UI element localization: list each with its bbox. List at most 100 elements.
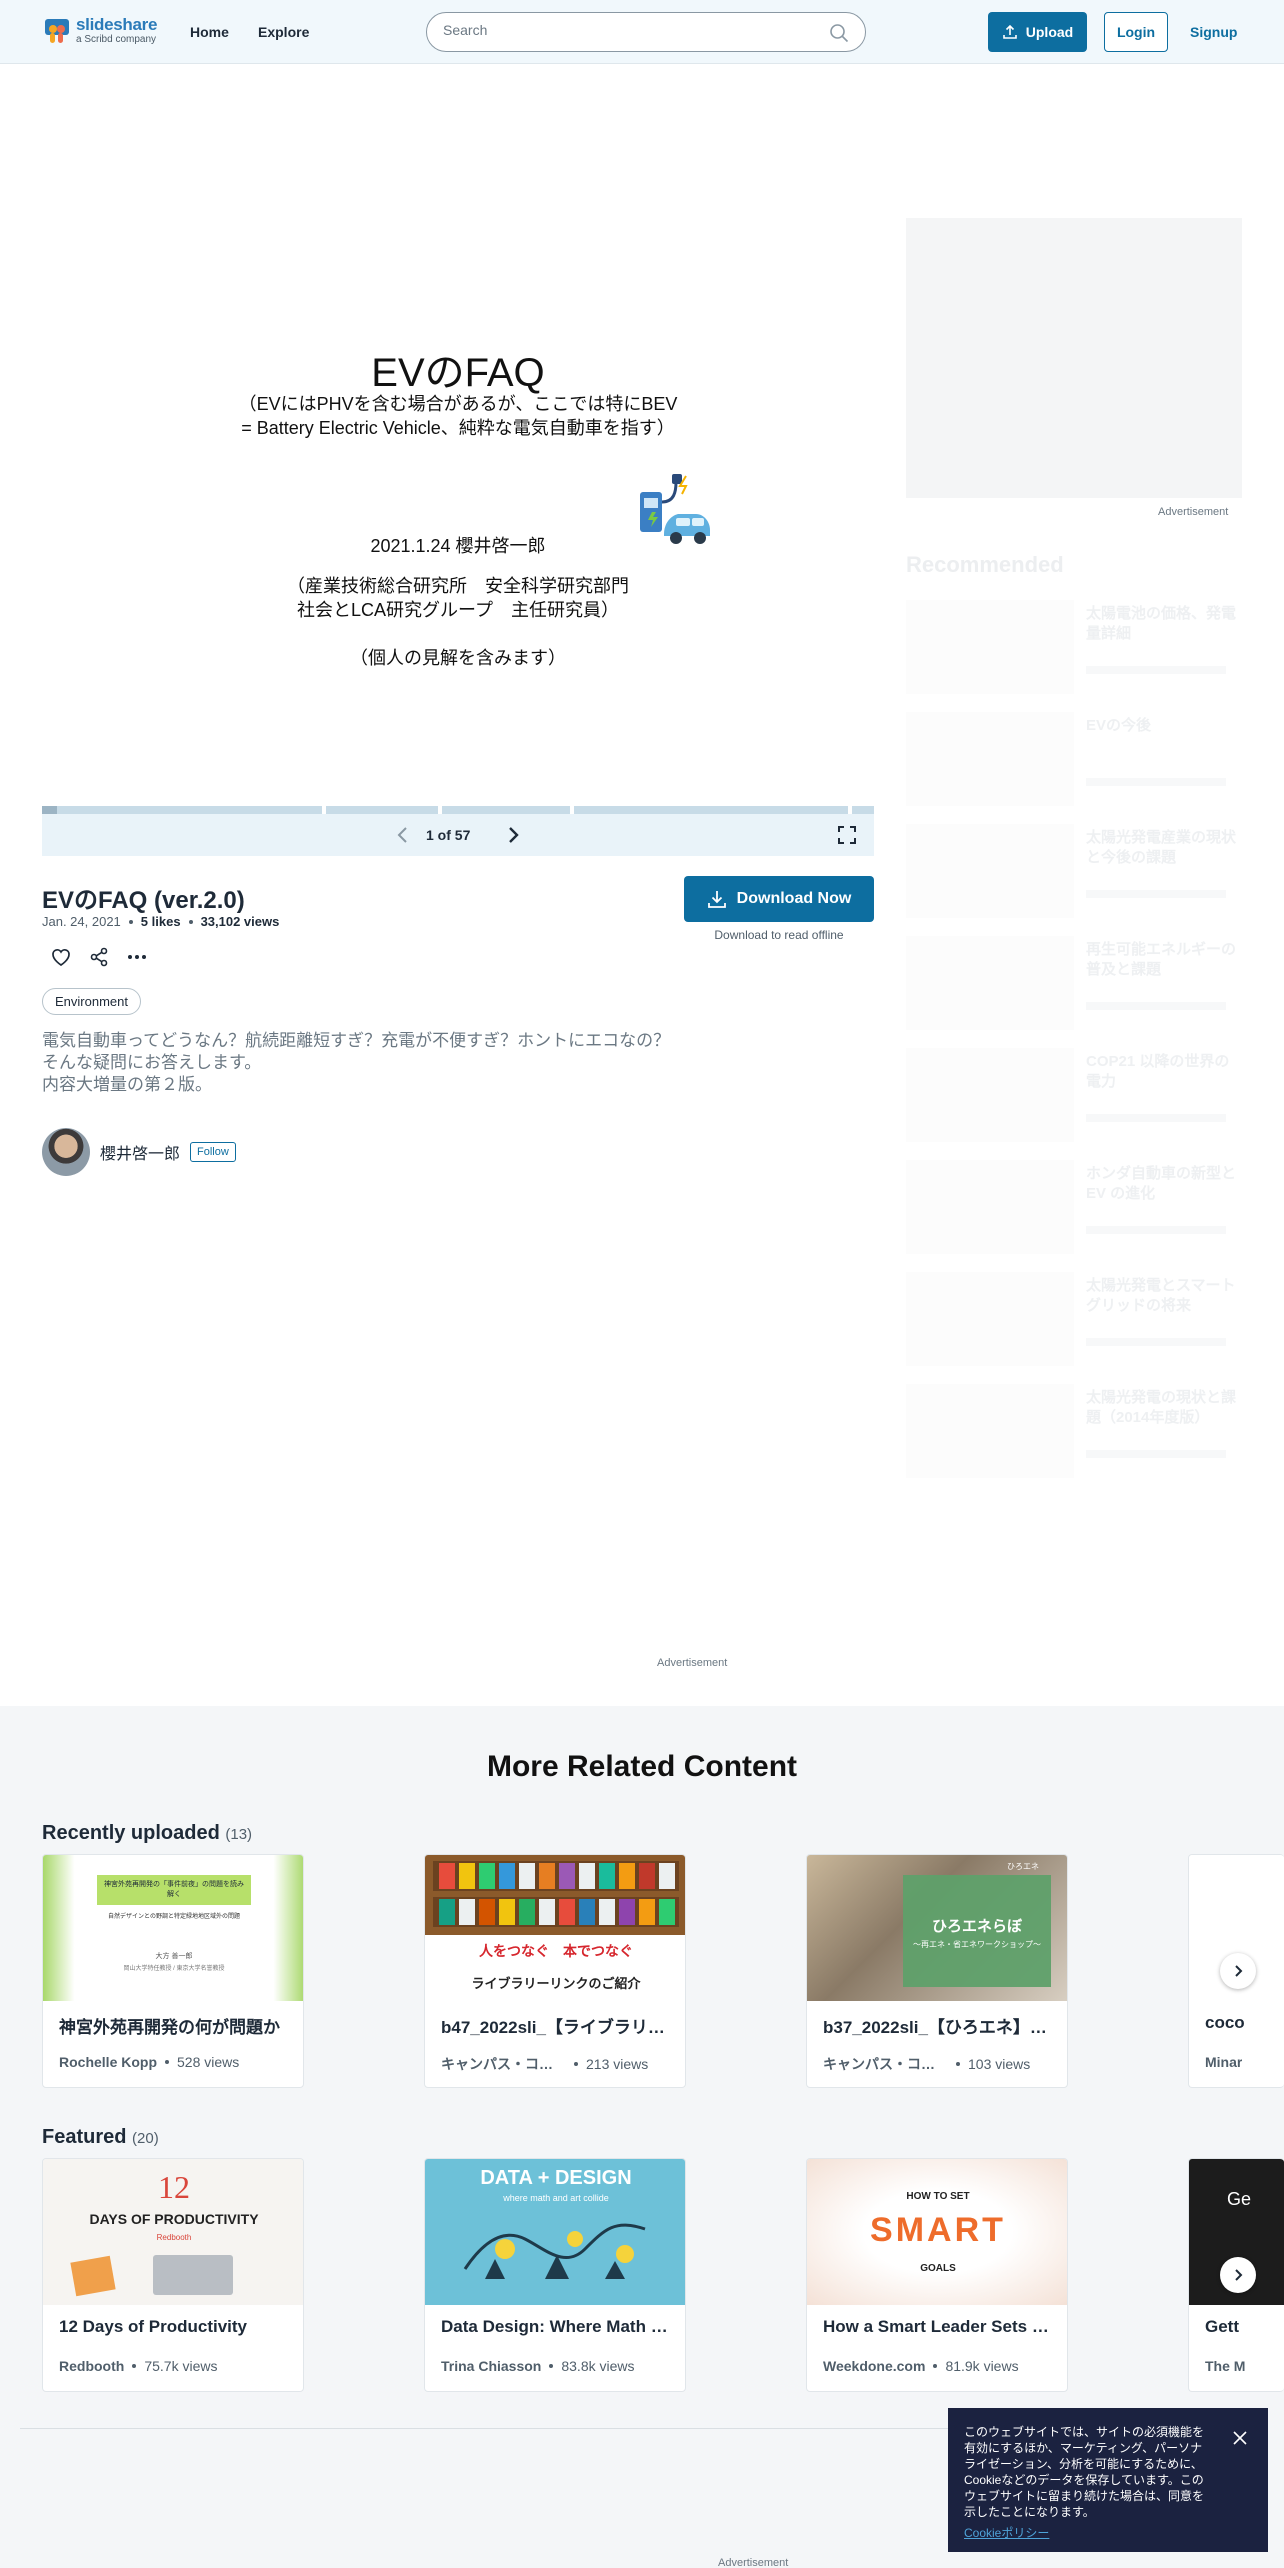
bookshelf-illustration (425, 1855, 685, 1935)
recommended-item-meta (1086, 1002, 1226, 1010)
content-card[interactable]: 神宮外苑再開発の「事件前夜」の問題を読み解く 自然デザインとの野調と特定緑地地区… (42, 1854, 304, 2088)
card-author: Rochelle Kopp (59, 2054, 158, 2070)
card-author: キャンパス・コンソーシアム函館 (441, 2056, 566, 2072)
thumb-text: Redbooth (156, 2233, 192, 2242)
content-card[interactable]: HOW TO SET SMART GOALS How a Smart Leade… (806, 2158, 1068, 2392)
card-title: Gett (1205, 2317, 1239, 2336)
chevron-left-icon[interactable] (392, 824, 414, 846)
content-card[interactable]: ひろエネ ひろエネらぼ ～再エネ・省エネワークショップ～ b37_2022sli… (806, 1854, 1068, 2088)
recommended-item-title: EVの今後 (1086, 717, 1152, 734)
thumb-text: ～再エネ・省エネワークショップ～ (913, 1940, 1041, 1949)
card-title: coco (1205, 2013, 1245, 2032)
slide-title: EVのFAQ (371, 351, 545, 395)
recommended-item[interactable]: 太陽光発電とスマートグリッドの将来 (906, 1272, 1242, 1368)
slide-progress-bar[interactable] (42, 806, 874, 814)
thumb-text: DAYS OF PRODUCTIVITY (89, 2211, 259, 2227)
recommended-item[interactable]: 太陽光発電の現状と課題（2014年度版） (906, 1384, 1242, 1480)
card-meta: Minar (1205, 2054, 1284, 2070)
signup-link[interactable]: Signup (1190, 24, 1237, 40)
carousel-next-button[interactable] (1220, 2257, 1256, 2293)
card-meta: キャンパス・コンソーシアム函館 103 views (823, 2054, 1063, 2074)
recommended-item[interactable]: ホンダ自動車の新型と EV の進化 (906, 1160, 1242, 1256)
download-now-button[interactable]: Download Now (684, 876, 874, 922)
thumb-text: SMART (870, 2211, 1006, 2249)
search-input[interactable] (443, 22, 823, 38)
page-counter: 1 of 57 (426, 827, 471, 843)
recommended-thumbnail (906, 712, 1074, 806)
more-options-icon[interactable] (126, 946, 148, 968)
card-title: 神宮外苑再開発の何が問題か (59, 2018, 280, 2037)
thumb-text: ひろエネらぼ (931, 1918, 1022, 1935)
separator-dot (188, 919, 193, 924)
content-card[interactable]: 12 DAYS OF PRODUCTIVITY Redbooth 12 Days… (42, 2158, 304, 2392)
close-icon[interactable] (1232, 2430, 1248, 2446)
card-meta: Rochelle Kopp 528 views (59, 2054, 299, 2070)
author-name[interactable]: 櫻井啓一郎 (100, 1140, 180, 1164)
recently-uploaded-count: (13) (225, 1826, 253, 1843)
category-tag[interactable]: Environment (42, 988, 141, 1015)
recommended-item[interactable]: 再生可能エネルギーの普及と課題 (906, 936, 1242, 1032)
featured-label: Featured (42, 2126, 127, 2148)
card-thumbnail: 人をつなぐ 本でつなぐ ライブラリーリンクのご紹介 (425, 1855, 685, 2001)
card-thumbnail: ひろエネ ひろエネらぼ ～再エネ・省エネワークショップ～ (807, 1855, 1067, 2001)
separator-dot (933, 2364, 938, 2368)
carousel-next-button[interactable] (1220, 1953, 1256, 1989)
thumb-title-box: 神宮外苑再開発の「事件前夜」の問題を読み解く (97, 1875, 251, 1905)
slide-organization: （産業技術総合研究所 安全科学研究部門 社会とLCA研究グループ 主任研究員） (42, 574, 874, 622)
recommended-thumbnail (906, 600, 1074, 694)
login-button[interactable]: Login (1104, 12, 1168, 52)
recommended-item[interactable]: 太陽光発電産業の現状と今後の課題 (906, 824, 1242, 920)
card-thumbnail: HOW TO SET SMART GOALS (807, 2159, 1067, 2305)
advertisement-label: Advertisement (657, 1657, 728, 1669)
recommended-item[interactable]: EVの今後 (906, 712, 1242, 808)
nav-home[interactable]: Home (190, 24, 229, 40)
recommended-thumbnail (906, 824, 1074, 918)
slideshare-logo[interactable]: slideshare a Scribd company (44, 16, 157, 45)
recently-uploaded-heading: Recently uploaded (13) (42, 1822, 252, 1845)
author-avatar[interactable] (42, 1128, 90, 1176)
nav-explore[interactable]: Explore (258, 24, 309, 40)
content-card[interactable]: DATA + DESIGN where math and art collide… (424, 2158, 686, 2392)
card-author: Redbooth (59, 2358, 125, 2374)
card-views: 213 views (586, 2056, 649, 2072)
upload-button[interactable]: Upload (988, 12, 1087, 52)
recommended-item-meta (1086, 1226, 1226, 1234)
fullscreen-icon[interactable] (836, 824, 858, 846)
recommended-item-title: 再生可能エネルギーの普及と課題 (1086, 941, 1237, 978)
thumb-text: 自然デザインとの野調と特定緑地地区域外の問題 (108, 1914, 240, 1920)
logo-name: slideshare (76, 15, 158, 34)
thumb-illustration (463, 2223, 646, 2279)
document-views: 33,102 views (200, 914, 280, 929)
upload-label: Upload (1025, 24, 1074, 40)
share-icon[interactable] (88, 946, 110, 968)
recommended-item-meta (1086, 890, 1226, 898)
card-meta: Trina Chiasson 83.8k views (441, 2358, 681, 2374)
heart-icon[interactable] (50, 946, 72, 968)
top-header: slideshare a Scribd company Home Explore… (0, 0, 1284, 64)
separator-dot (132, 2364, 137, 2368)
recommended-thumbnail (906, 1160, 1074, 1254)
recommended-item[interactable]: 太陽電池の価格、発電量詳細 (906, 600, 1242, 696)
card-thumbnail: DATA + DESIGN where math and art collide (425, 2159, 685, 2305)
thumb-text: GOALS (920, 2263, 956, 2274)
sidebar-advertisement[interactable] (906, 218, 1242, 498)
content-card[interactable]: 人をつなぐ 本でつなぐ ライブラリーリンクのご紹介 b47_2022sli_【ラ… (424, 1854, 686, 2088)
upload-icon (1002, 24, 1017, 39)
recommended-item[interactable]: COP21 以降の世界の電力 (906, 1048, 1242, 1144)
follow-button[interactable]: Follow (190, 1142, 236, 1162)
separator-dot (549, 2364, 554, 2368)
chevron-right-icon[interactable] (502, 824, 524, 846)
card-thumbnail: 神宮外苑再開発の「事件前夜」の問題を読み解く 自然デザインとの野調と特定緑地地区… (43, 1855, 303, 2001)
thumb-text: Ge (1227, 2189, 1252, 2209)
card-meta: キャンパス・コンソーシアム函館 213 views (441, 2054, 681, 2074)
card-views: 75.7k views (144, 2358, 218, 2374)
recommended-item-title: ホンダ自動車の新型と EV の進化 (1086, 1165, 1237, 1202)
card-views: 103 views (968, 2056, 1031, 2072)
search-icon[interactable] (829, 23, 849, 43)
cookie-policy-link[interactable]: Cookieポリシー (964, 2524, 1252, 2541)
featured-count: (20) (132, 2130, 159, 2147)
card-meta: The M (1205, 2358, 1284, 2374)
recommended-item-title: 太陽電池の価格、発電量詳細 (1086, 605, 1237, 642)
thumb-text: DATA + DESIGN (480, 2167, 632, 2189)
slide-viewer[interactable]: EVのFAQ （EVにはPHVを含む場合があるが、ここでは特にBEV = Bat… (42, 214, 874, 806)
